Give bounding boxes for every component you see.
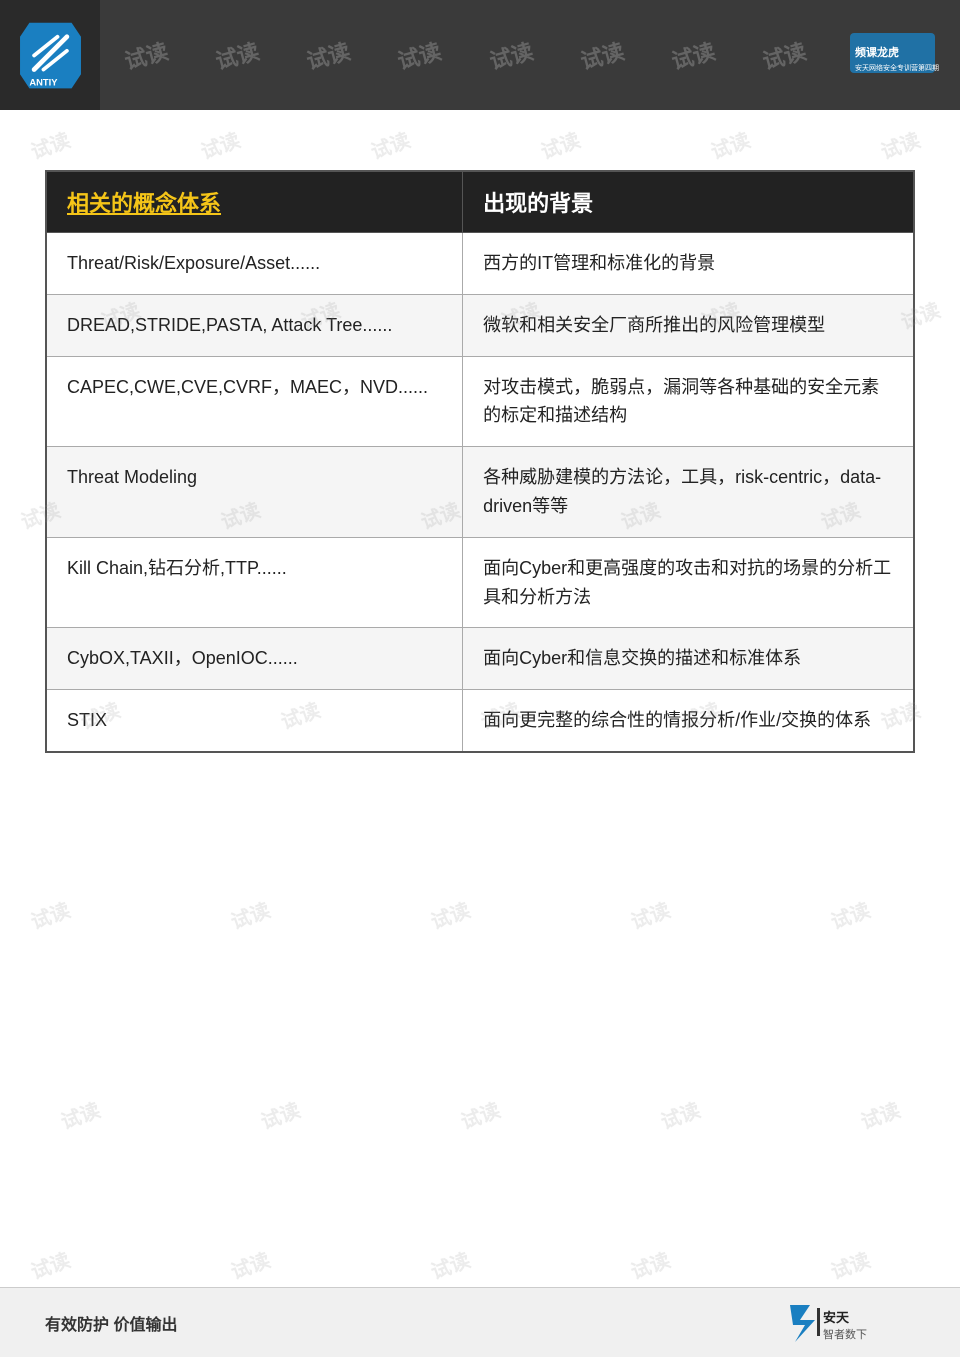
concept-table: 相关的概念体系 出现的背景 Threat/Risk/Exposure/Asset…: [45, 170, 915, 753]
logo-area: ANTIY: [0, 0, 100, 110]
table-header-col1: 相关的概念体系: [46, 171, 463, 233]
wm-32: 试读: [26, 1244, 74, 1285]
table-header-col2: 出现的背景: [463, 171, 914, 233]
table-cell-col1-4: Kill Chain,钻石分析,TTP......: [46, 537, 463, 628]
wm-24: 试读: [426, 894, 474, 935]
footer-logo: 安天 智者数下 ANTIY: [785, 1300, 915, 1345]
header-wm-4: 试读: [394, 34, 445, 76]
wm-35: 试读: [626, 1244, 674, 1285]
header-wm-5: 试读: [485, 34, 536, 76]
wm-27: 试读: [56, 1094, 104, 1135]
table-cell-col2-3: 各种威胁建模的方法论，工具，risk-centric，data-driven等等: [463, 447, 914, 538]
wm-30: 试读: [656, 1094, 704, 1135]
header-wm-7: 试读: [668, 34, 719, 76]
main-content: 相关的概念体系 出现的背景 Threat/Risk/Exposure/Asset…: [0, 130, 960, 783]
wm-23: 试读: [226, 894, 274, 935]
table-cell-col2-0: 西方的IT管理和标准化的背景: [463, 233, 914, 295]
table-cell-col1-5: CybOX,TAXII，OpenIOC......: [46, 628, 463, 690]
svg-text:安天: 安天: [823, 1310, 850, 1325]
header-watermarks: 试读 试读 试读 试读 试读 试读 试读 试读: [100, 0, 830, 110]
wm-25: 试读: [626, 894, 674, 935]
svg-text:智者数下: 智者数下: [823, 1327, 867, 1341]
header-wm-6: 试读: [576, 34, 627, 76]
table-cell-col1-2: CAPEC,CWE,CVE,CVRF，MAEC，NVD......: [46, 356, 463, 447]
table-cell-col1-3: Threat Modeling: [46, 447, 463, 538]
header-right-logo: 频课龙虎 安天网络安全专训营第四期: [830, 0, 960, 110]
table-cell-col2-1: 微软和相关安全厂商所推出的风险管理模型: [463, 294, 914, 356]
header-wm-3: 试读: [303, 34, 354, 76]
table-cell-col2-4: 面向Cyber和更高强度的攻击和对抗的场景的分析工具和分析方法: [463, 537, 914, 628]
svg-text:频课龙虎: 频课龙虎: [855, 45, 899, 59]
wm-26: 试读: [826, 894, 874, 935]
table-cell-col2-5: 面向Cyber和信息交换的描述和标准体系: [463, 628, 914, 690]
table-cell-col2-6: 面向更完整的综合性的情报分析/作业/交换的体系: [463, 690, 914, 752]
wm-34: 试读: [426, 1244, 474, 1285]
svg-text:ANTIY: ANTIY: [29, 77, 58, 87]
wm-28: 试读: [256, 1094, 304, 1135]
header-wm-1: 试读: [120, 34, 171, 76]
svg-text:安天网络安全专训营第四期: 安天网络安全专训营第四期: [855, 63, 939, 72]
header-wm-2: 试读: [211, 34, 262, 76]
table-cell-col1-1: DREAD,STRIDE,PASTA, Attack Tree......: [46, 294, 463, 356]
antiy-logo: ANTIY: [18, 18, 83, 93]
footer: 有效防护 价值输出 安天 智者数下 ANTIY: [0, 1287, 960, 1357]
footer-left-text: 有效防护 价值输出: [45, 1311, 177, 1335]
table-cell-col2-2: 对攻击模式，脆弱点，漏洞等各种基础的安全元素的标定和描述结构: [463, 356, 914, 447]
wm-33: 试读: [226, 1244, 274, 1285]
header: ANTIY 试读 试读 试读 试读 试读 试读 试读 试读 频课龙虎 安天网络安…: [0, 0, 960, 110]
table-cell-col1-6: STIX: [46, 690, 463, 752]
table-cell-col1-0: Threat/Risk/Exposure/Asset......: [46, 233, 463, 295]
wm-29: 试读: [456, 1094, 504, 1135]
wm-22: 试读: [26, 894, 74, 935]
wm-31: 试读: [856, 1094, 904, 1135]
header-wm-8: 试读: [759, 34, 810, 76]
wm-36: 试读: [826, 1244, 874, 1285]
